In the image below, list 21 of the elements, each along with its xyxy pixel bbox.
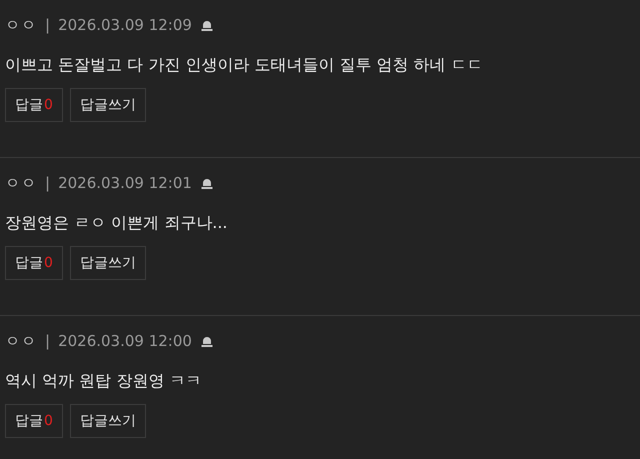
comment-date: 2026.03.09 12:09: [58, 16, 192, 34]
reply-button[interactable]: 답글 0: [5, 404, 63, 438]
comment-text: 역시 억까 원탑 장원영 ㅋㅋ: [5, 370, 202, 392]
reply-button[interactable]: 답글 0: [5, 88, 63, 122]
write-reply-button[interactable]: 답글쓰기: [70, 404, 146, 438]
separator: |: [45, 332, 50, 350]
siren-icon[interactable]: [200, 334, 214, 348]
siren-icon[interactable]: [200, 176, 214, 190]
write-reply-button[interactable]: 답글쓰기: [70, 88, 146, 122]
siren-icon[interactable]: [200, 18, 214, 32]
author-name: ㅇㅇ: [5, 16, 37, 34]
author-name: ㅇㅇ: [5, 174, 37, 192]
separator: |: [45, 174, 50, 192]
separator: |: [45, 16, 50, 34]
reply-button[interactable]: 답글 0: [5, 246, 63, 280]
comment-date: 2026.03.09 12:00: [58, 332, 192, 350]
comment-date: 2026.03.09 12:01: [58, 174, 192, 192]
author-name: ㅇㅇ: [5, 332, 37, 350]
comment-text: 장원영은 ㄹㅇ 이쁜게 죄구나...: [5, 212, 229, 234]
comment-text: 이쁘고 돈잘벌고 다 가진 인생이라 도태녀들이 질투 엄청 하네 ㄷㄷ: [5, 54, 484, 76]
write-reply-button[interactable]: 답글쓰기: [70, 246, 146, 280]
